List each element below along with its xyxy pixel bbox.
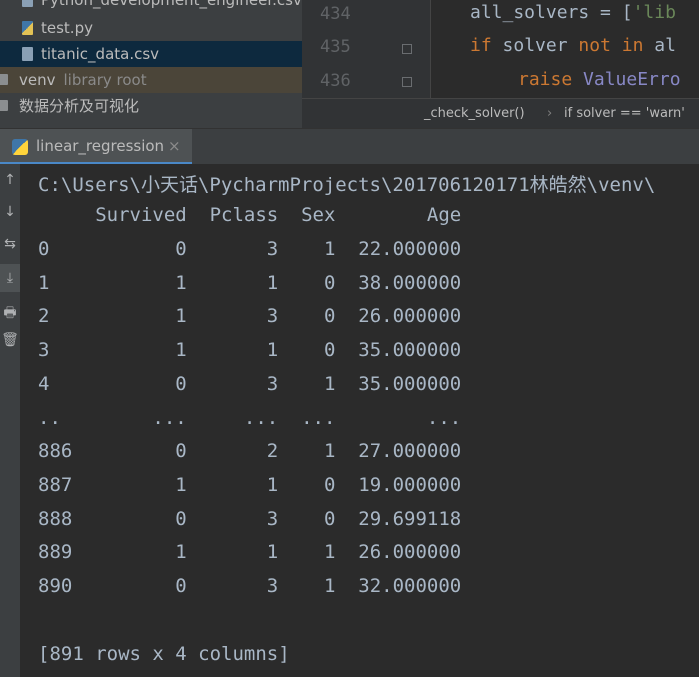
line-number: 435 (320, 37, 351, 57)
dataframe-row: 2 1 3 0 26.000000 (38, 305, 462, 328)
dataframe-header: Survived Pclass Sex Age (38, 204, 462, 226)
tree-item-venv-text: venv library root (19, 67, 147, 93)
code-token: al (643, 35, 676, 56)
dataframe-summary: [891 rows x 4 columns] (38, 643, 290, 665)
code-token: not in (578, 35, 644, 56)
dataframe-row: 889 1 1 1 26.000000 (38, 541, 462, 564)
tab-label: linear_regression (36, 137, 165, 155)
close-icon[interactable]: × (168, 129, 181, 163)
tree-item-python-development-engineer-csv[interactable]: Python_development_engineer.csv (0, 0, 302, 13)
code-token: solver (491, 35, 579, 56)
csv-file-icon (22, 0, 33, 7)
tree-item-label: 数据分析及可视化 (19, 97, 140, 115)
python-file-icon (22, 21, 33, 35)
editor-gutter: 434 435 436 (302, 0, 431, 98)
console-path-line: C:\Users\小天话\PycharmProjects\20170612017… (38, 174, 656, 196)
line-number: 434 (320, 4, 351, 24)
trash-icon[interactable]: 🗑 (0, 332, 20, 348)
dataframe-row: 1 1 1 0 38.000000 (38, 271, 462, 294)
code-token: all_solvers = [ (470, 2, 633, 23)
folder-icon (0, 74, 8, 85)
tab-linear-regression[interactable]: linear_regression × (0, 129, 192, 165)
run-tab-bar: linear_regression × (0, 128, 699, 165)
run-toolbar: ↑ ↓ ⇆ ⤓ 🖶 🗑 (0, 164, 20, 677)
library-root-label: library root (63, 71, 147, 89)
tree-item-venv[interactable]: venv library root (0, 67, 302, 93)
tree-item-label: test.py (41, 19, 93, 37)
print-icon[interactable]: 🖶 (0, 302, 20, 326)
breadcrumb-item[interactable]: _check_solver() (424, 99, 525, 128)
fold-marker-icon[interactable] (402, 44, 412, 54)
python-icon (12, 139, 28, 155)
tree-item-label: titanic_data.csv (41, 45, 160, 63)
project-tree: Python_development_engineer.csv test.py … (0, 0, 302, 128)
tree-item-titanic-data-csv[interactable]: titanic_data.csv (0, 41, 302, 67)
tree-item-data-analysis-folder[interactable]: 数据分析及可视化 (0, 93, 302, 119)
fold-marker-icon[interactable] (402, 77, 412, 87)
code-editor[interactable]: 434 435 436 all_solvers = ['lib if solver… (302, 0, 699, 128)
dataframe-row: 3 1 1 0 35.000000 (38, 339, 462, 362)
tree-item-label: venv (19, 71, 56, 89)
line-number: 436 (320, 71, 351, 91)
tree-item-label: Python_development_engineer.csv (41, 0, 302, 9)
breadcrumb-item[interactable]: if solver == 'warn' (564, 99, 685, 128)
dataframe-row: 886 0 2 1 27.000000 (38, 440, 462, 463)
down-arrow-icon[interactable]: ↓ (0, 204, 20, 220)
code-line: raise ValueErro (518, 69, 681, 90)
code-token: ValueErro (583, 69, 681, 90)
breadcrumb: _check_solver() › if solver == 'warn' (302, 98, 699, 128)
soft-wrap-icon[interactable]: ⇆ (0, 236, 20, 252)
csv-file-icon (22, 47, 33, 61)
code-line: if solver not in al (470, 35, 676, 56)
dataframe-row: 0 0 3 1 22.000000 (38, 238, 462, 260)
console-output[interactable]: C:\Users\小天话\PycharmProjects\20170612017… (20, 164, 699, 677)
dataframe-row: 888 0 3 0 29.699118 (38, 507, 462, 530)
scroll-to-end-icon[interactable]: ⤓ (0, 264, 20, 292)
dataframe-row: 890 0 3 1 32.000000 (38, 575, 462, 597)
code-token: if (470, 35, 492, 56)
tree-item-test-py[interactable]: test.py (0, 15, 302, 41)
folder-icon (0, 100, 8, 111)
dataframe-row: .. ... ... ... ... (38, 406, 462, 429)
up-arrow-icon[interactable]: ↑ (0, 172, 20, 188)
dataframe-row: 887 1 1 0 19.000000 (38, 473, 462, 496)
dataframe-row: 4 0 3 1 35.000000 (38, 372, 462, 395)
code-line: all_solvers = ['lib (470, 2, 676, 23)
breadcrumb-separator: › (547, 106, 553, 121)
code-token: 'lib (632, 2, 676, 23)
code-token: raise (518, 69, 573, 90)
